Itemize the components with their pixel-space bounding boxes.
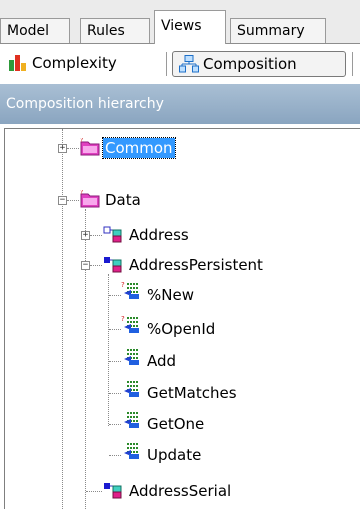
method-icon	[124, 381, 139, 397]
tree-node-data[interactable]: Data	[103, 190, 143, 210]
collapse-toggle[interactable]: −	[58, 196, 67, 205]
composition-button[interactable]: Composition	[172, 51, 346, 77]
folder-icon: ?	[80, 190, 100, 208]
method-icon	[124, 349, 139, 365]
tab-summary[interactable]: Summary	[230, 18, 326, 43]
complexity-button[interactable]: Complexity	[2, 51, 162, 77]
svg-text:?: ?	[80, 190, 83, 196]
composition-label: Composition	[203, 55, 297, 73]
tree-node-method[interactable]: Update	[145, 445, 203, 465]
class-icon	[104, 257, 122, 273]
tab-model[interactable]: Model	[0, 18, 70, 43]
composition-tree: + ? Common − ? Data + Address − AddressP…	[4, 128, 360, 509]
method-icon	[124, 443, 139, 459]
method-icon: ?	[121, 315, 139, 333]
tree-node-method[interactable]: %OpenId	[145, 319, 217, 339]
tree-node-address[interactable]: Address	[127, 225, 191, 245]
expand-toggle[interactable]: +	[81, 231, 90, 240]
tree-node-addresspersistent[interactable]: AddressPersistent	[127, 255, 265, 275]
method-icon: ?	[121, 281, 139, 299]
toolbar-separator	[166, 52, 167, 76]
svg-text:?: ?	[121, 281, 125, 289]
complexity-label: Complexity	[32, 54, 117, 72]
tab-strip: Model Rules Views Summary	[0, 0, 360, 44]
tree-node-method[interactable]: GetMatches	[145, 383, 239, 403]
tree-node-method[interactable]: GetOne	[145, 414, 206, 434]
method-icon	[124, 412, 139, 428]
tree-node-method[interactable]: Add	[145, 351, 178, 371]
collapse-toggle[interactable]: −	[81, 261, 90, 270]
expand-toggle[interactable]: +	[58, 144, 67, 153]
folder-icon: ?	[80, 138, 100, 156]
toolbar-separator	[352, 52, 353, 76]
tree-node-addressserial[interactable]: AddressSerial	[127, 481, 233, 501]
svg-text:?: ?	[80, 138, 83, 144]
tree-node-common[interactable]: Common	[102, 137, 176, 159]
toolbar: Complexity Composition	[0, 44, 360, 84]
bar-chart-icon	[9, 55, 26, 71]
class-icon	[103, 226, 122, 243]
hierarchy-icon	[179, 55, 199, 73]
panel-title: Composition hierarchy	[0, 84, 360, 124]
class-icon	[104, 483, 122, 499]
svg-text:?: ?	[121, 315, 125, 323]
tab-views[interactable]: Views	[154, 10, 226, 44]
tree-node-method[interactable]: %New	[145, 285, 196, 305]
tab-rules[interactable]: Rules	[80, 18, 150, 43]
